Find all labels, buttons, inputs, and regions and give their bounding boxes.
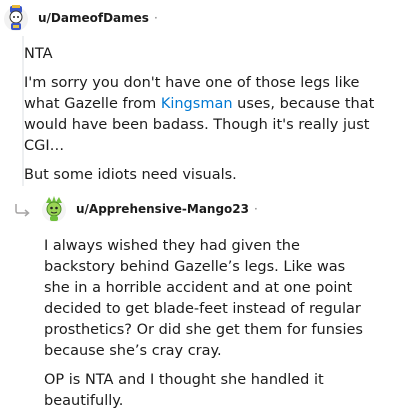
comment-header: u/DameofDames · [2, 1, 158, 35]
snoo-avatar-icon[interactable] [40, 195, 68, 223]
reply-arrow-icon [14, 202, 32, 217]
comment-header: u/Apprehensive-Mango23 · [14, 192, 258, 226]
comment-body: I always wished they had given the backs… [44, 236, 374, 420]
comment-paragraph: I always wished they had given the backs… [44, 238, 363, 359]
kingsman-link[interactable]: Kingsman [161, 96, 233, 112]
comment-paragraph: NTA [24, 46, 53, 62]
username[interactable]: u/Apprehensive-Mango23 [76, 202, 249, 216]
separator-dot: · [153, 11, 158, 25]
comment-body: NTA I'm sorry you don't have one of thos… [24, 44, 384, 194]
snoo-avatar-icon[interactable] [2, 4, 30, 32]
comment-paragraph: I'm sorry you don't have one of those le… [24, 73, 384, 157]
comment-paragraph: But some idiots need visuals. [24, 167, 237, 183]
comment-paragraph: OP is NTA and I thought she handled it b… [44, 372, 324, 409]
separator-dot: · [254, 202, 258, 216]
username[interactable]: u/DameofDames [38, 11, 149, 25]
